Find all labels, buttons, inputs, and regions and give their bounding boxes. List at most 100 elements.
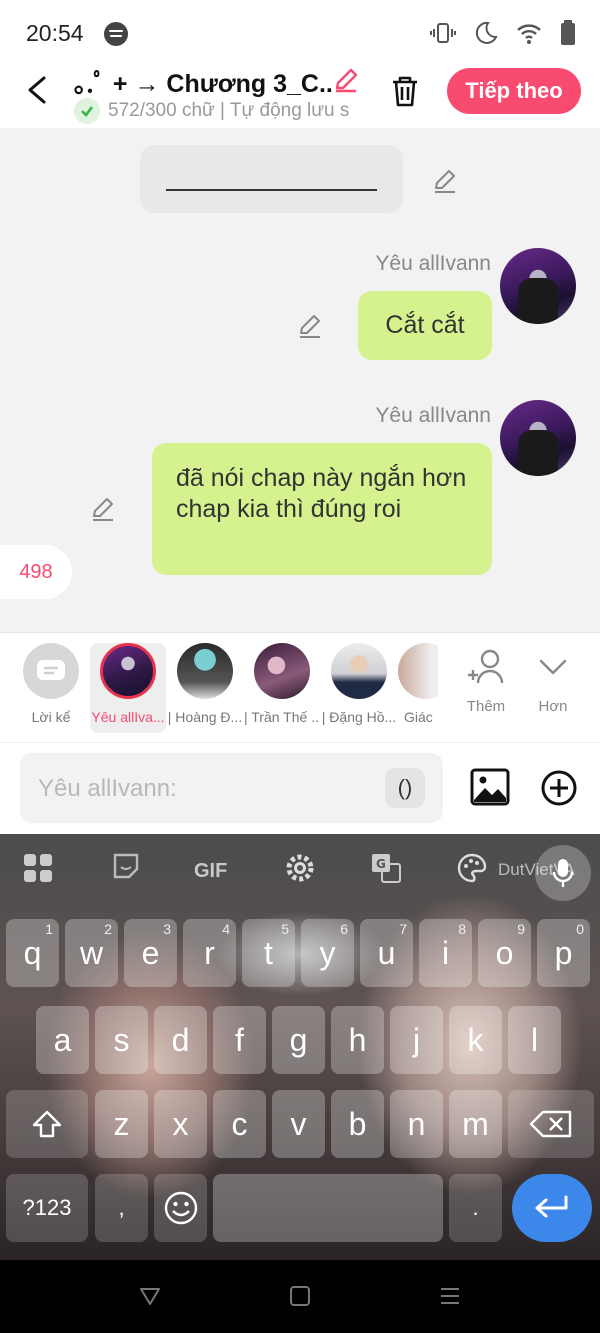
section-divider[interactable] — [140, 145, 403, 213]
mic-icon — [552, 859, 574, 887]
check-icon — [74, 98, 100, 124]
status-bar: 20:54 — [0, 0, 600, 64]
divider-line — [166, 189, 377, 191]
wifi-icon — [517, 24, 541, 44]
trash-icon[interactable] — [388, 74, 422, 108]
chapter-title[interactable]: ｡.ﾟ + → Chương 3_C... — [74, 64, 334, 100]
key-a[interactable]: a — [36, 1006, 89, 1074]
add-character-button[interactable]: Thêm — [456, 647, 516, 715]
character-avatar — [331, 643, 387, 699]
svg-text:G: G — [376, 857, 386, 871]
period-key[interactable]: . — [449, 1174, 502, 1242]
word-count-status: 572/300 chữ | Tự động lưu s — [74, 98, 362, 124]
system-nav-bar — [0, 1260, 600, 1333]
key-q[interactable]: q1 — [6, 919, 59, 987]
edit-title-icon[interactable] — [332, 66, 360, 94]
palette-icon[interactable] — [456, 852, 488, 884]
key-i[interactable]: i8 — [419, 919, 472, 987]
parenthesis-button[interactable]: () — [385, 768, 425, 808]
key-k[interactable]: k — [449, 1006, 502, 1074]
message-bubble[interactable]: Cắt cắt — [358, 291, 492, 360]
add-icon[interactable] — [539, 768, 579, 808]
avatar[interactable] — [500, 400, 576, 476]
home-nav-icon[interactable] — [288, 1284, 312, 1308]
key-c[interactable]: c — [213, 1090, 266, 1158]
message-input[interactable]: Yêu allIvann: () — [20, 753, 443, 823]
emoji-key[interactable] — [154, 1174, 207, 1242]
key-b[interactable]: b — [331, 1090, 384, 1158]
key-j[interactable]: j — [390, 1006, 443, 1074]
clock: 20:54 — [26, 20, 84, 46]
narration-icon — [23, 643, 79, 699]
character-avatar — [100, 643, 156, 699]
editor-header: ｡.ﾟ + → Chương 3_C... 572/300 chữ | Tự đ… — [0, 64, 600, 128]
key-l[interactable]: l — [508, 1006, 561, 1074]
autosave-text: 572/300 chữ | Tự động lưu s — [108, 100, 350, 121]
translate-icon[interactable]: G — [370, 852, 402, 884]
key-p[interactable]: p0 — [537, 919, 590, 987]
backspace-key[interactable] — [508, 1090, 594, 1158]
key-v[interactable]: v — [272, 1090, 325, 1158]
keyboard: GIF G DutVietVA q1 w2 e3 r4 t5 y6 u7 i8 … — [0, 834, 600, 1260]
backspace-icon — [529, 1110, 572, 1138]
key-d[interactable]: d — [154, 1006, 207, 1074]
settings-icon[interactable] — [284, 852, 316, 884]
key-z[interactable]: z — [95, 1090, 148, 1158]
key-n[interactable]: n — [390, 1090, 443, 1158]
more-button[interactable]: Hơn — [523, 647, 583, 715]
sticker-icon[interactable] — [112, 852, 140, 880]
edit-message-icon[interactable] — [90, 496, 116, 522]
recents-nav-icon[interactable] — [438, 1284, 462, 1308]
character-label: | Trần Thế ... — [244, 709, 320, 725]
keyboard-toolbar: GIF G DutVietVA — [0, 834, 600, 908]
add-person-icon — [468, 649, 504, 684]
shift-icon — [32, 1110, 62, 1138]
chevron-down-icon — [539, 659, 567, 675]
character-item[interactable]: Giác — [398, 643, 438, 725]
shift-key[interactable] — [6, 1090, 88, 1158]
next-button[interactable]: Tiếp theo — [447, 68, 581, 114]
mic-button[interactable] — [535, 845, 591, 901]
character-label: | Hoàng Đ... — [167, 709, 243, 725]
character-item[interactable]: | Trần Thế ... — [244, 643, 320, 725]
key-u[interactable]: u7 — [360, 919, 413, 987]
character-item[interactable]: | Hoàng Đ... — [167, 643, 243, 725]
character-avatar — [177, 643, 233, 699]
chat-area: Yêu allIvann Cắt cắt Yêu allIvann đã nói… — [0, 128, 600, 632]
vibrate-icon — [430, 23, 456, 43]
enter-key[interactable] — [512, 1174, 592, 1242]
back-nav-icon[interactable] — [138, 1284, 162, 1308]
key-f[interactable]: f — [213, 1006, 266, 1074]
character-item[interactable]: | Đặng Hồ... — [321, 643, 397, 725]
key-x[interactable]: x — [154, 1090, 207, 1158]
symbols-key[interactable]: ?123 — [6, 1174, 88, 1242]
apps-icon[interactable] — [22, 852, 54, 884]
image-icon[interactable] — [470, 768, 510, 806]
edit-divider-icon[interactable] — [432, 168, 458, 194]
character-picker: Lời kể Yêu allIva... | Hoàng Đ... | Trần… — [0, 632, 600, 742]
space-key[interactable] — [213, 1174, 443, 1242]
character-avatar — [254, 643, 310, 699]
character-avatar — [398, 643, 438, 699]
avatar[interactable] — [500, 248, 576, 324]
edit-message-icon[interactable] — [297, 313, 323, 339]
message-placeholder: Yêu allIvann: — [38, 775, 177, 802]
key-s[interactable]: s — [95, 1006, 148, 1074]
gif-button[interactable]: GIF — [194, 860, 227, 883]
comma-key[interactable]: , — [95, 1174, 148, 1242]
key-m[interactable]: m — [449, 1090, 502, 1158]
character-selected[interactable]: Yêu allIva... — [90, 643, 166, 733]
key-e[interactable]: e3 — [124, 919, 177, 987]
add-label: Thêm — [466, 698, 506, 715]
key-o[interactable]: o9 — [478, 919, 531, 987]
key-w[interactable]: w2 — [65, 919, 118, 987]
character-narrator[interactable]: Lời kể — [13, 643, 89, 725]
key-g[interactable]: g — [272, 1006, 325, 1074]
character-label: | Đặng Hồ... — [321, 709, 397, 725]
key-h[interactable]: h — [331, 1006, 384, 1074]
key-r[interactable]: r4 — [183, 919, 236, 987]
back-icon[interactable] — [22, 74, 54, 106]
message-bubble[interactable]: đã nói chap này ngắn hơn chap kia thì đú… — [152, 443, 492, 575]
key-t[interactable]: t5 — [242, 919, 295, 987]
key-y[interactable]: y6 — [301, 919, 354, 987]
